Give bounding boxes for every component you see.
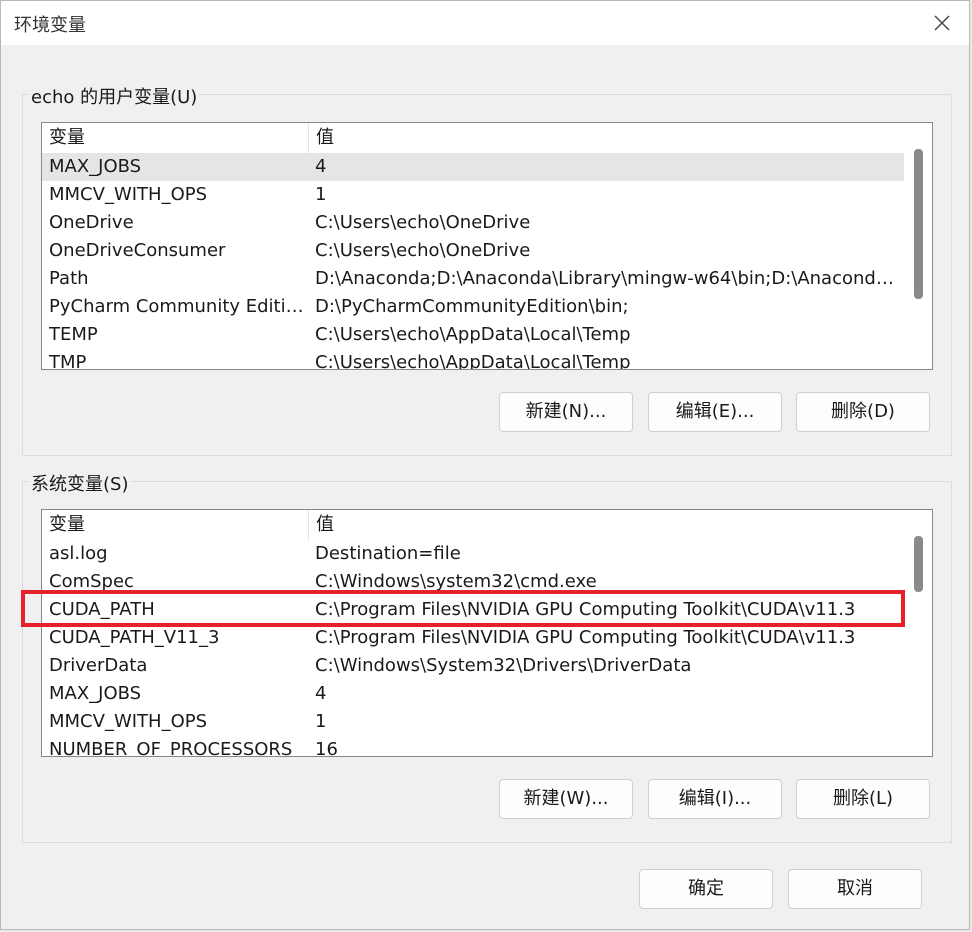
variable-value: C:\Windows\system32\cmd.exe: [315, 571, 597, 592]
variable-name: MAX_JOBS: [49, 683, 142, 704]
window-title: 环境变量: [14, 15, 86, 36]
close-icon: [934, 15, 950, 31]
table-row[interactable]: MAX_JOBS 4: [42, 153, 904, 181]
system-delete-button[interactable]: 删除(L): [796, 779, 930, 819]
variable-value: 4: [315, 156, 327, 177]
variable-name: MMCV_WITH_OPS: [49, 711, 208, 732]
variable-value: C:\Users\echo\OneDrive: [315, 240, 531, 261]
user-variables-label: echo 的用户变量(U): [29, 83, 200, 109]
variable-name: TEMP: [49, 324, 98, 345]
table-row[interactable]: OneDriveConsumer C:\Users\echo\OneDrive: [42, 237, 904, 265]
table-row[interactable]: CUDA_PATH C:\Program Files\NVIDIA GPU Co…: [42, 596, 904, 624]
variable-value: 1: [315, 711, 327, 732]
variable-value: Destination=file: [315, 543, 461, 564]
system-variables-label: 系统变量(S): [29, 470, 131, 496]
variable-value: 4: [315, 683, 327, 704]
system-list-scrollbar[interactable]: [904, 510, 932, 756]
system-variables-rows: asl.log Destination=file ComSpec C:\Wind…: [42, 540, 904, 756]
column-header-variable[interactable]: 变量: [42, 510, 309, 540]
ok-button[interactable]: 确定: [639, 869, 773, 909]
close-button[interactable]: [925, 7, 959, 39]
system-variables-list[interactable]: 变量 值 asl.log Destination=file ComSpec C:…: [41, 509, 933, 757]
variable-value: D:\PyCharmCommunityEdition\bin;: [315, 296, 629, 317]
table-row[interactable]: MAX_JOBS 4: [42, 680, 904, 708]
variable-name: OneDrive: [49, 212, 134, 233]
table-row[interactable]: TEMP C:\Users\echo\AppData\Local\Temp: [42, 321, 904, 349]
system-new-button[interactable]: 新建(W)...: [499, 779, 633, 819]
table-row[interactable]: MMCV_WITH_OPS 1: [42, 708, 904, 736]
variable-name: OneDriveConsumer: [49, 240, 226, 261]
user-delete-button[interactable]: 删除(D): [796, 392, 930, 432]
table-row[interactable]: CUDA_PATH_V11_3 C:\Program Files\NVIDIA …: [42, 624, 904, 652]
title-bar: 环境变量: [1, 1, 969, 45]
table-row[interactable]: Path D:\Anaconda;D:\Anaconda\Library\min…: [42, 265, 904, 293]
user-variables-list[interactable]: 变量 值 MAX_JOBS 4 MMCV_WITH_OPS 1 OneDrive…: [41, 122, 933, 370]
variable-name: DriverData: [49, 655, 148, 676]
table-row[interactable]: MMCV_WITH_OPS 1: [42, 181, 904, 209]
variable-name: CUDA_PATH_V11_3: [49, 627, 220, 648]
system-edit-button[interactable]: 编辑(I)...: [648, 779, 782, 819]
table-row[interactable]: ComSpec C:\Windows\system32\cmd.exe: [42, 568, 904, 596]
table-row[interactable]: OneDrive C:\Users\echo\OneDrive: [42, 209, 904, 237]
environment-variables-dialog: 环境变量 echo 的用户变量(U) 变量 值 MAX_JOBS 4 MMCV_…: [0, 0, 970, 930]
cancel-button[interactable]: 取消: [788, 869, 922, 909]
variable-value: C:\Users\echo\AppData\Local\Temp: [315, 352, 631, 369]
user-variables-rows: MAX_JOBS 4 MMCV_WITH_OPS 1 OneDrive C:\U…: [42, 153, 904, 369]
column-header-value[interactable]: 值: [309, 510, 903, 540]
variable-value: C:\Windows\System32\Drivers\DriverData: [315, 655, 692, 676]
variable-value: C:\Program Files\NVIDIA GPU Computing To…: [315, 599, 856, 620]
variable-name: Path: [49, 268, 89, 289]
table-row[interactable]: asl.log Destination=file: [42, 540, 904, 568]
variable-value: D:\Anaconda;D:\Anaconda\Library\mingw-w6…: [315, 268, 895, 289]
variable-value: C:\Program Files\NVIDIA GPU Computing To…: [315, 627, 856, 648]
user-new-button[interactable]: 新建(N)...: [499, 392, 633, 432]
scrollbar-thumb[interactable]: [914, 536, 923, 592]
table-row[interactable]: DriverData C:\Windows\System32\Drivers\D…: [42, 652, 904, 680]
variable-name: ComSpec: [49, 571, 134, 592]
table-row[interactable]: TMP C:\Users\echo\AppData\Local\Temp: [42, 349, 904, 369]
scrollbar-thumb[interactable]: [914, 149, 923, 299]
user-list-scrollbar[interactable]: [904, 123, 932, 369]
table-row[interactable]: PyCharm Community Edition D:\PyCharmComm…: [42, 293, 904, 321]
user-edit-button[interactable]: 编辑(E)...: [648, 392, 782, 432]
variable-name: CUDA_PATH: [49, 599, 155, 620]
variable-name: TMP: [49, 352, 87, 369]
variable-name: MMCV_WITH_OPS: [49, 184, 208, 205]
variable-name: MAX_JOBS: [49, 156, 142, 177]
variable-name: NUMBER_OF_PROCESSORS: [49, 739, 293, 756]
variable-name: PyCharm Community Edition: [49, 296, 304, 317]
column-header-value[interactable]: 值: [309, 123, 903, 153]
variable-value: 16: [315, 739, 338, 756]
variable-value: 1: [315, 184, 327, 205]
list-header: 变量 值: [42, 123, 904, 153]
list-header: 变量 值: [42, 510, 904, 540]
variable-name: asl.log: [49, 543, 108, 564]
table-row[interactable]: NUMBER_OF_PROCESSORS 16: [42, 736, 904, 756]
variable-value: C:\Users\echo\AppData\Local\Temp: [315, 324, 631, 345]
column-header-variable[interactable]: 变量: [42, 123, 309, 153]
variable-value: C:\Users\echo\OneDrive: [315, 212, 531, 233]
